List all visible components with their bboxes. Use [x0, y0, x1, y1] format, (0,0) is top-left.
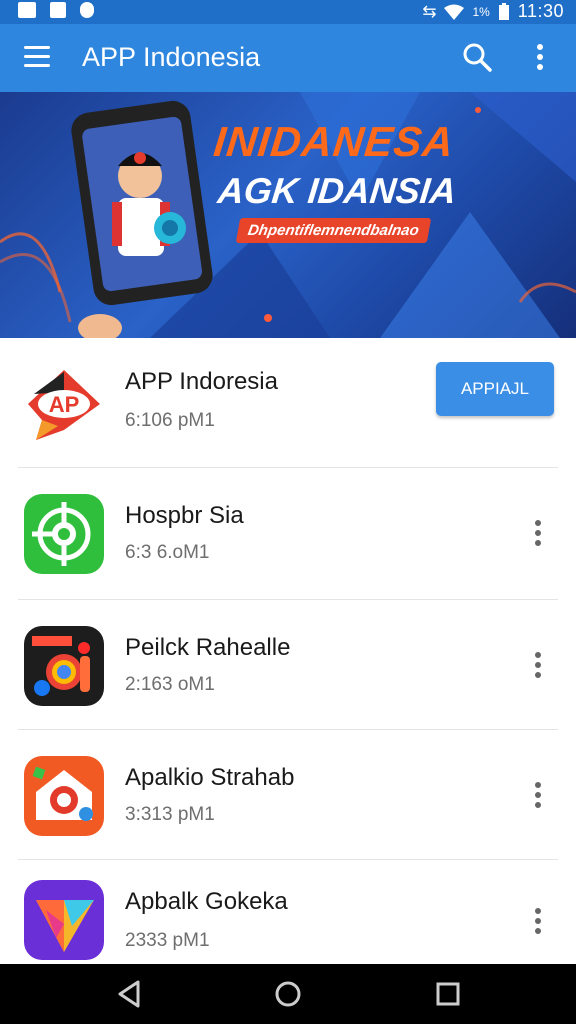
media-collage-icon: [24, 626, 104, 706]
app-size: 6:3 6.oM1: [125, 542, 210, 563]
page-title: APP Indonesia: [82, 42, 261, 72]
overflow-menu-icon[interactable]: [528, 520, 548, 550]
app-size: 3:313 pM1: [125, 804, 215, 825]
search-icon[interactable]: [462, 42, 492, 72]
status-bar: ⇆ 1% 11:30: [0, 0, 576, 24]
ap-logo-icon: AP: [24, 364, 104, 444]
banner-subheadline: AGK IDANSIA: [215, 170, 459, 211]
photo-icon: [18, 2, 36, 18]
home-icon[interactable]: [272, 978, 304, 1010]
vibrate-icon: ⇆: [422, 1, 437, 21]
battery-icon: [498, 2, 509, 20]
app-size: 2333 pM1: [125, 930, 210, 951]
list-item[interactable]: Peilck Rahealle 2:163 oM1: [0, 600, 576, 730]
list-item[interactable]: AP APP Indoresia 6:106 pM1 APPIAJL: [0, 338, 576, 468]
svg-text:AP: AP: [49, 392, 80, 417]
app-size: 6:106 pM1: [125, 410, 215, 431]
target-icon: [24, 494, 104, 574]
system-nav-bar: [0, 964, 576, 1024]
overflow-menu-icon[interactable]: [528, 782, 548, 812]
app-bar: APP Indonesia: [0, 24, 576, 92]
promo-banner[interactable]: INIDANESA AGK IDANSIA Dhpentiflemnendbal…: [0, 92, 576, 338]
app-name: APP Indoresia: [125, 368, 278, 395]
wifi-icon: [444, 4, 465, 20]
list-item[interactable]: Hospbr Sia 6:3 6.oM1: [0, 468, 576, 600]
app-name: Apbalk Gokeka: [125, 888, 288, 915]
app-list: AP APP Indoresia 6:106 pM1 APPIAJL Hospb…: [0, 338, 576, 966]
overflow-menu-icon[interactable]: [528, 652, 548, 682]
overflow-menu-icon[interactable]: [528, 908, 548, 938]
install-button[interactable]: APPIAJL: [436, 362, 554, 416]
banner-tagline: Dhpentiflemnendbalnao: [235, 218, 432, 243]
banner-headline: INIDANESA: [211, 118, 457, 165]
app-size: 2:163 oM1: [125, 674, 215, 695]
overflow-menu-icon[interactable]: [530, 42, 550, 72]
sync-icon: [80, 2, 94, 18]
list-item[interactable]: Apbalk Gokeka 2333 pM1: [0, 860, 576, 966]
list-item[interactable]: Apalkio Strahab 3:313 pM1: [0, 730, 576, 860]
app-name: Apalkio Strahab: [125, 764, 295, 791]
app-name: Hospbr Sia: [125, 502, 244, 529]
prism-triangle-icon: [24, 880, 104, 960]
signal-text: 1%: [472, 4, 490, 19]
hamburger-menu-icon[interactable]: [24, 46, 50, 68]
clock: 11:30: [517, 1, 564, 21]
notification-icon: [50, 2, 66, 18]
camera-home-icon: [24, 756, 104, 836]
back-icon[interactable]: [114, 978, 146, 1010]
app-name: Peilck Rahealle: [125, 634, 291, 661]
recents-icon[interactable]: [432, 978, 464, 1010]
